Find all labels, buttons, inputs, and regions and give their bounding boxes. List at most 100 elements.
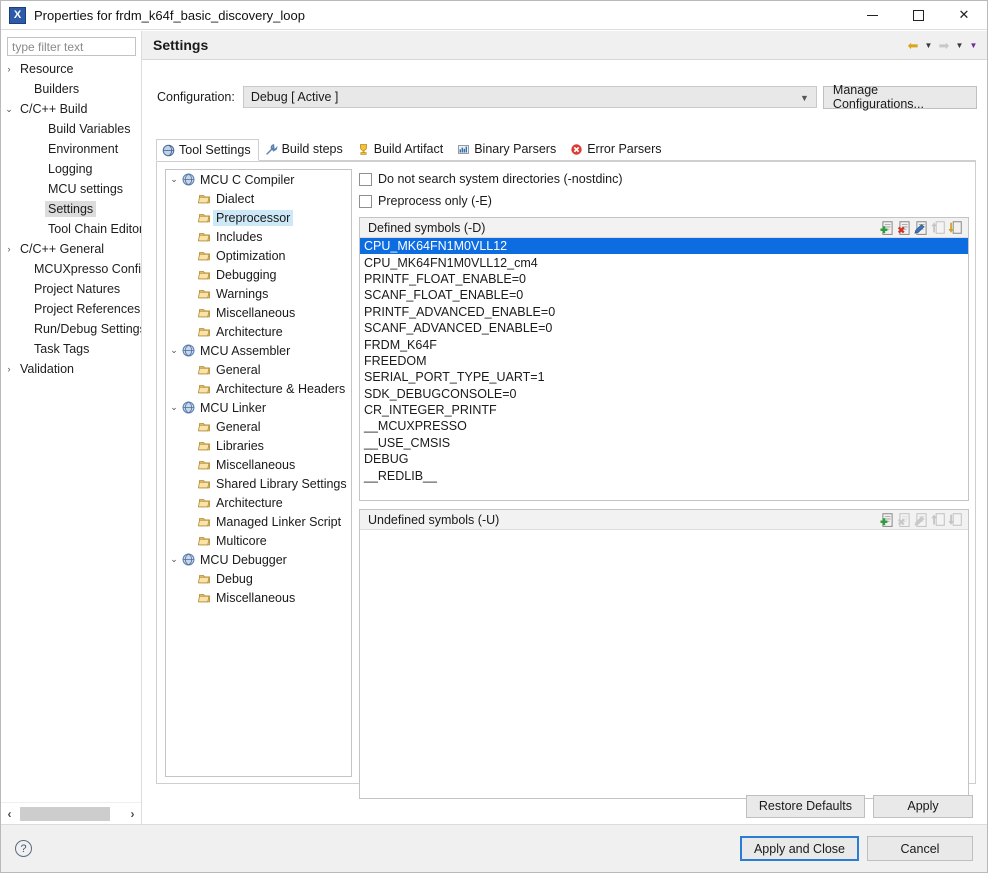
arrow-forward-icon[interactable]: ➡ [937, 38, 951, 52]
list-item[interactable]: SERIAL_PORT_TYPE_UART=1 [360, 369, 968, 385]
sidebar-item-logging[interactable]: Logging [1, 159, 141, 179]
tool-tree-item-libraries[interactable]: Libraries [166, 436, 351, 455]
tab-build-steps[interactable]: Build steps [259, 138, 351, 160]
chevron-right-icon[interactable]: › [1, 244, 17, 254]
list-item[interactable]: CR_INTEGER_PRINTF [360, 402, 968, 418]
list-item[interactable]: FRDM_K64F [360, 336, 968, 352]
sidebar-item-c-c-general[interactable]: › C/C++ General [1, 239, 141, 259]
tool-tree-item-preprocessor[interactable]: Preprocessor [166, 208, 351, 227]
tool-tree-item-optimization[interactable]: Optimization [166, 246, 351, 265]
tab-tool-settings[interactable]: Tool Settings [156, 139, 259, 161]
sidebar-item-settings[interactable]: Settings [1, 199, 141, 219]
scroll-left-icon[interactable]: ‹ [1, 804, 18, 824]
tool-tree-item-architecture-headers[interactable]: Architecture & Headers [166, 379, 351, 398]
tab-binary-parsers[interactable]: Binary Parsers [451, 138, 564, 160]
move-down-icon[interactable] [948, 220, 963, 235]
edit-icon[interactable] [914, 220, 929, 235]
tool-chain-tree[interactable]: ⌄ MCU C Compiler Dialect Preprocessor Includ… [165, 169, 352, 777]
sidebar-item-environment[interactable]: Environment [1, 139, 141, 159]
tool-tree-item-shared-library-settings[interactable]: Shared Library Settings [166, 474, 351, 493]
tab-build-artifact[interactable]: Build Artifact [351, 138, 451, 160]
maximize-button[interactable] [895, 1, 941, 30]
tool-tree-item-architecture[interactable]: Architecture [166, 322, 351, 341]
tool-tree-item-miscellaneous[interactable]: Miscellaneous [166, 455, 351, 474]
sidebar-item-mcuxpresso-config-t[interactable]: MCUXpresso Config T [1, 259, 141, 279]
tool-tree-item-miscellaneous[interactable]: Miscellaneous [166, 303, 351, 322]
chevron-right-icon[interactable]: › [1, 364, 17, 374]
sidebar-item-run-debug-settings[interactable]: Run/Debug Settings [1, 319, 141, 339]
tool-tree-item-dialect[interactable]: Dialect [166, 189, 351, 208]
restore-defaults-button[interactable]: Restore Defaults [745, 794, 865, 818]
cancel-button[interactable]: Cancel [867, 836, 973, 861]
sidebar-item-builders[interactable]: Builders [1, 79, 141, 99]
hscroll-thumb[interactable] [20, 806, 110, 821]
apply-button[interactable]: Apply [873, 794, 973, 818]
preference-nav-tree[interactable]: › Resource Builders ⌄ C/C++ Build Build Varia… [1, 59, 141, 802]
tab-error-parsers[interactable]: Error Parsers [564, 138, 669, 160]
sidebar-item-project-references[interactable]: Project References [1, 299, 141, 319]
sidebar-item-c-c-build[interactable]: ⌄ C/C++ Build [1, 99, 141, 119]
chevron-down-icon[interactable]: ⌄ [1, 104, 17, 115]
sidebar-item-project-natures[interactable]: Project Natures [1, 279, 141, 299]
list-item[interactable]: DEBUG [360, 451, 968, 467]
close-button[interactable]: ✕ [941, 1, 987, 30]
tool-tree-item-debugging[interactable]: Debugging [166, 265, 351, 284]
chevron-down-icon[interactable]: ⌄ [166, 174, 182, 185]
list-item[interactable]: CPU_MK64FN1M0VLL12_cm4 [360, 254, 968, 270]
sidebar-item-build-variables[interactable]: Build Variables [1, 119, 141, 139]
tool-tree-item-multicore[interactable]: Multicore [166, 531, 351, 550]
preprocess-only-checkbox-row[interactable]: Preprocess only (-E) [359, 191, 969, 211]
list-item[interactable]: FREEDOM [360, 353, 968, 369]
manage-configurations-button[interactable]: Manage Configurations... [822, 83, 977, 111]
tool-tree-item-mcu-linker[interactable]: ⌄ MCU Linker [166, 398, 351, 417]
tool-tree-item-warnings[interactable]: Warnings [166, 284, 351, 303]
apply-and-close-button[interactable]: Apply and Close [739, 836, 859, 861]
tool-tree-item-architecture[interactable]: Architecture [166, 493, 351, 512]
list-item[interactable]: SDK_DEBUGCONSOLE=0 [360, 386, 968, 402]
tool-tree-item-debug[interactable]: Debug [166, 569, 351, 588]
delete-icon[interactable] [897, 220, 912, 235]
chevron-down-icon[interactable]: ⌄ [166, 345, 182, 356]
sidebar-item-tool-chain-editor[interactable]: Tool Chain Editor [1, 219, 141, 239]
add-icon[interactable] [880, 512, 895, 527]
chevron-right-icon[interactable]: › [1, 64, 17, 74]
nostdinc-checkbox[interactable] [359, 172, 372, 186]
sidebar-item-resource[interactable]: › Resource [1, 59, 141, 79]
list-item[interactable]: CPU_MK64FN1M0VLL12 [360, 238, 968, 255]
defined-symbols-list[interactable]: CPU_MK64FN1M0VLL12 CPU_MK64FN1M0VLL12_cm4… [360, 238, 968, 500]
list-item[interactable]: SCANF_FLOAT_ENABLE=0 [360, 287, 968, 303]
minimize-button[interactable] [849, 1, 895, 30]
chevron-down-icon[interactable]: ⌄ [166, 554, 182, 565]
arrow-back-icon[interactable]: ⬅ [906, 38, 920, 52]
list-item[interactable]: __USE_CMSIS [360, 435, 968, 451]
tool-tree-item-mcu-c-compiler[interactable]: ⌄ MCU C Compiler [166, 170, 351, 189]
sidebar-item-validation[interactable]: › Validation [1, 359, 141, 379]
preprocess-only-checkbox[interactable] [359, 194, 372, 208]
tool-tree-item-miscellaneous[interactable]: Miscellaneous [166, 588, 351, 607]
forward-history-chevron-down-icon[interactable]: ▼ [954, 38, 965, 52]
chevron-down-icon[interactable]: ⌄ [166, 402, 182, 413]
back-history-chevron-down-icon[interactable]: ▼ [923, 38, 934, 52]
list-item[interactable]: __MCUXPRESSO [360, 418, 968, 434]
add-icon[interactable] [880, 220, 895, 235]
configuration-select[interactable]: Debug [ Active ] ▼ [242, 86, 817, 108]
tool-tree-item-general[interactable]: General [166, 417, 351, 436]
scroll-right-icon[interactable]: › [124, 804, 141, 824]
view-menu-chevron-down-icon[interactable]: ▼ [968, 38, 979, 52]
nostdinc-checkbox-row[interactable]: Do not search system directories (-nostd… [359, 169, 969, 189]
list-item[interactable]: SCANF_ADVANCED_ENABLE=0 [360, 320, 968, 336]
tool-tree-item-mcu-assembler[interactable]: ⌄ MCU Assembler [166, 341, 351, 360]
help-icon[interactable]: ? [15, 840, 32, 857]
list-item[interactable]: __REDLIB__ [360, 467, 968, 483]
search-input[interactable] [7, 37, 136, 56]
list-item[interactable]: PRINTF_ADVANCED_ENABLE=0 [360, 304, 968, 320]
undefined-symbols-list[interactable] [360, 530, 968, 798]
sidebar-item-mcu-settings[interactable]: MCU settings [1, 179, 141, 199]
sidebar-item-task-tags[interactable]: Task Tags [1, 339, 141, 359]
tool-tree-item-includes[interactable]: Includes [166, 227, 351, 246]
tool-tree-item-managed-linker-script[interactable]: Managed Linker Script [166, 512, 351, 531]
hscroll-track[interactable] [18, 806, 124, 821]
list-item[interactable]: PRINTF_FLOAT_ENABLE=0 [360, 271, 968, 287]
nav-tree-hscrollbar[interactable]: ‹ › [1, 802, 141, 824]
tool-tree-item-mcu-debugger[interactable]: ⌄ MCU Debugger [166, 550, 351, 569]
